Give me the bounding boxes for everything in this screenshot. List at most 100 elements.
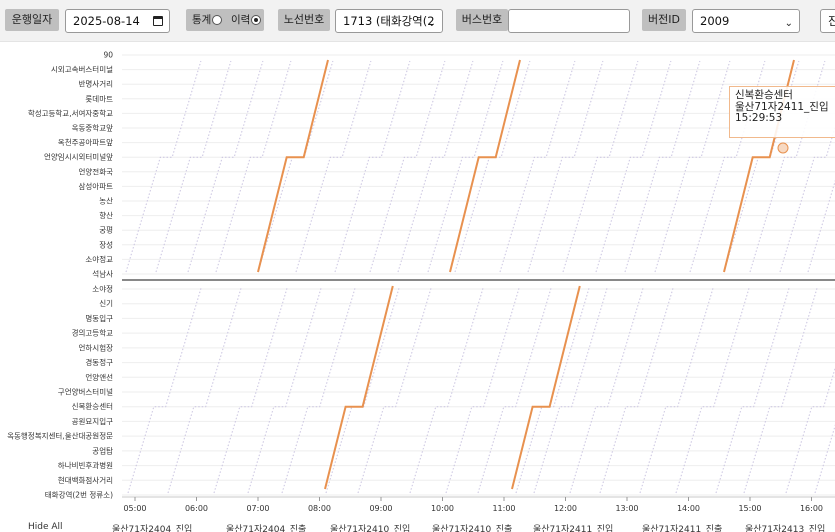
version-select[interactable]: 2009 ⌄ [692,9,800,33]
bus-trace-lower-43[interactable] [743,286,818,494]
legend-item[interactable]: 울산71자2410_진출 [432,522,512,532]
stop-label-upper: 농산 [99,196,113,206]
bus-trace-upper-10[interactable] [427,60,504,273]
stop-label-lower: 경의고등학교 [72,328,113,338]
bus-number-input[interactable] [508,9,630,33]
x-tick-label: 11:00 [492,504,515,513]
x-tick-label: 15:00 [738,504,761,513]
x-tick-label: 10:00 [431,504,454,513]
stop-label-upper: 시외고속버스터미널 [51,64,113,74]
bus-trace-lower-41[interactable] [675,286,750,494]
legend-hide-all[interactable]: Hide All [28,522,63,532]
time-axis: 05:00 06:00 07:00 08:00 09:00 10:00 11:00 12:00… [123,497,823,513]
date-value: 2025-08-14 [73,14,140,28]
stop-label-upper: 장성 [99,239,113,249]
stop-label-lower: 신복환승센터 [72,401,113,411]
bus-trace-upper-highlight-24[interactable] [449,59,521,273]
legend-item[interactable]: 울산71자2404_진입 [112,522,192,532]
mode-history-label: 이력 [231,14,251,26]
version-label: 버전ID [642,9,686,31]
filter-toolbar: 운행일자 2025-08-14 통계 이력 노선번호 1713 (태화강역(2 … [0,0,835,42]
stop-label-upper: 옥동중학교앞 [72,123,113,133]
stop-label-lower: 하나비빈후과병원 [58,460,113,470]
stop-label-lower: 공업탑 [92,446,113,455]
stop-label-lower: 옥동행정복지센터,울산대공원정문 [7,431,113,441]
bus-trace-upper-highlight-23[interactable] [257,59,329,273]
bus-trace-lower-highlight-46[interactable] [324,285,394,490]
bus-trace-lower-26[interactable] [127,286,202,494]
x-tick-label: 05:00 [123,504,146,513]
x-tick-label: 06:00 [185,504,208,513]
bus-trace-upper-04[interactable] [215,60,292,273]
mode-stats-radio[interactable] [212,15,222,25]
bus-trace-lower-39[interactable] [599,286,674,494]
bus-trace-upper-02[interactable] [155,60,232,273]
legend-item[interactable]: 울산71자2404_진출 [226,522,306,532]
tooltip: 신복환승센터 울산71자2411_진입 15:29:53 [729,86,835,138]
mode-stats-label: 통계 [192,14,212,26]
legend-item[interactable]: 울산71자2413_진입 [745,522,825,532]
bus-trace-lower-44[interactable] [785,287,835,494]
legend-item[interactable]: 울산71자2411_진출 [642,522,722,532]
bus-trace-upper-07[interactable] [334,60,411,273]
bus-trace-lower-36[interactable] [515,286,590,494]
bus-trace-upper-08[interactable] [369,60,446,273]
stop-label-lower: 신기 [99,299,113,308]
stop-label-lower: 명동입구 [85,313,113,323]
stop-labels: 90 시외고속버스터미널반명사거리롯데마트학성고등학교,서여자중학교옥동중학교앞옥… [7,51,113,500]
x-tick-label: 09:00 [369,504,392,513]
stop-label-lower: 소야정 [92,284,113,294]
bus-trace-lower-30[interactable] [281,286,356,494]
bus-trace-lower-27[interactable] [167,286,242,494]
date-label: 운행일자 [5,9,59,31]
stop-label-lower: 경동정구 [85,357,113,367]
stop-label-upper: 석남사 [92,269,113,279]
chevron-down-icon: ⌄ [784,18,793,29]
hover-point-marker[interactable] [777,142,789,154]
route-select[interactable]: 1713 (태화강역(2 ⌄ [335,9,443,33]
bus-trace-lower-45[interactable] [814,287,835,494]
bus-trace-lower-38[interactable] [569,286,644,494]
bus-trace-lower-31[interactable] [325,286,400,494]
bus-trace-lower-29[interactable] [247,286,322,494]
route-label: 노선번호 [278,9,330,31]
bus-trace-lower-37[interactable] [533,286,608,494]
stop-label-lower: 공원묘지입구 [72,417,113,426]
stop-label-lower: 언하시험장 [79,342,114,352]
date-input[interactable]: 2025-08-14 [65,9,170,33]
stop-label-upper: 롯데마트 [85,94,113,103]
x-tick-label: 13:00 [615,504,638,513]
stop-label-upper: 소야정교 [85,254,113,264]
bus-trace-lower-40[interactable] [639,286,714,494]
bus-trace-upper-09[interactable] [397,60,474,273]
bus-trace-lower-33[interactable] [409,286,484,494]
bus-trace-lower-28[interactable] [213,286,288,494]
stop-label-upper: 90 [103,51,113,60]
bus-trace-upper-11[interactable] [454,60,531,273]
extra-button[interactable]: 진 [820,9,835,33]
stop-label-upper: 반명사거리 [79,79,114,89]
x-tick-label: 16:00 [800,504,823,513]
stop-label-upper: 언양전화국 [79,166,114,176]
chevron-down-icon: ⌄ [427,18,436,29]
bus-trace-upper-05[interactable] [257,60,334,273]
stop-label-upper: 언양임시시외터미널앞 [44,152,113,162]
legend-item[interactable]: 울산71자2410_진입 [330,522,410,532]
stop-label-lower: 언양앤선 [85,372,113,382]
mode-history-radio[interactable] [251,15,261,25]
calendar-icon[interactable] [153,16,163,26]
legend-item[interactable]: 울산71자2411_진입 [533,522,613,532]
bus-trace-upper-13[interactable] [527,60,604,273]
bus-trace-upper-03[interactable] [187,60,264,273]
bus-diagram-chart: 90 시외고속버스터미널반명사거리롯데마트학성고등학교,서여자중학교옥동중학교앞옥… [7,51,835,513]
bus-trace-lower-highlight-47[interactable] [511,285,581,490]
bus-trace-upper-14[interactable] [562,60,639,273]
bus-trace-upper-15[interactable] [595,60,672,273]
bus-trace-upper-01[interactable] [125,60,202,273]
bus-trace-upper-16[interactable] [624,60,701,273]
bus-trace-upper-06[interactable] [295,60,372,273]
bus-trace-lower-34[interactable] [445,286,520,494]
x-tick-label: 08:00 [308,504,331,513]
bus-trace-upper-17[interactable] [654,60,731,273]
bus-trace-lower-42[interactable] [715,286,790,494]
